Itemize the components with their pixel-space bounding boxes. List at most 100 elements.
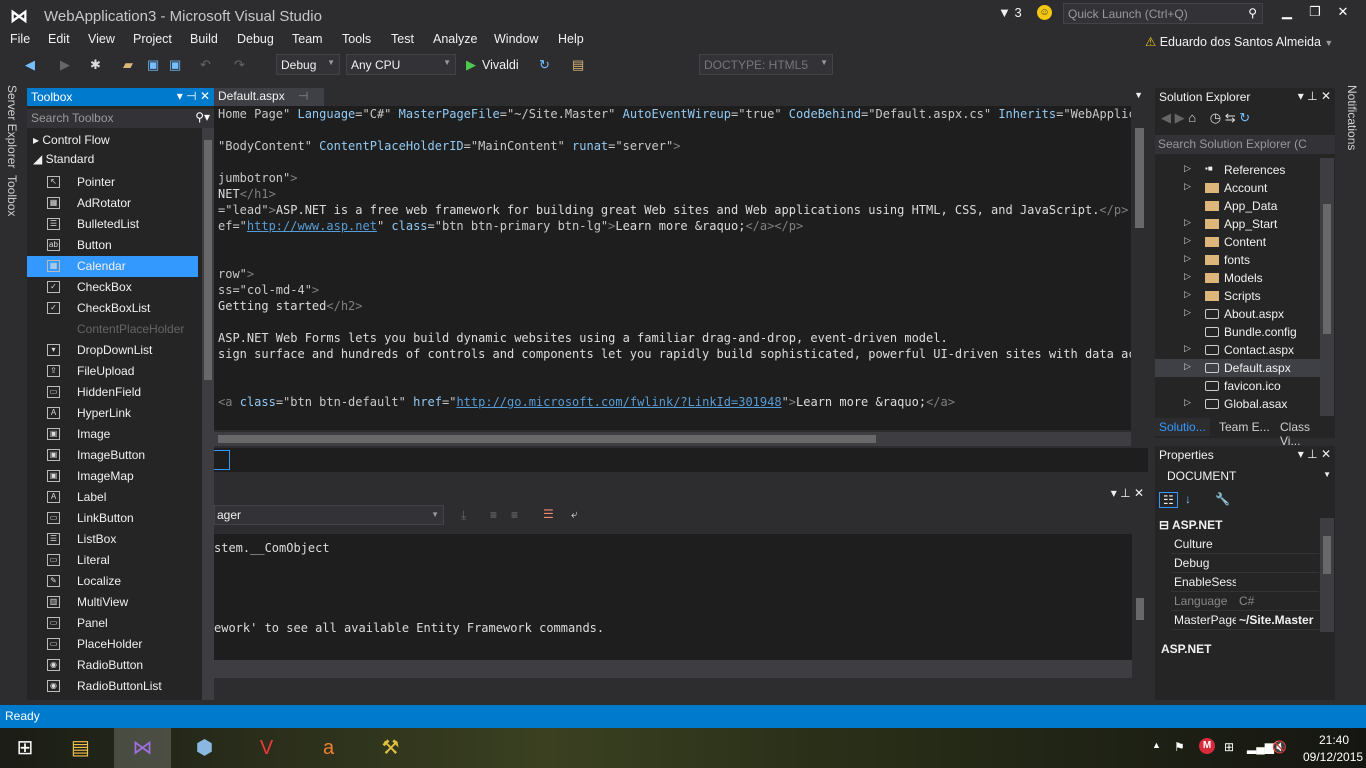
new-project-icon[interactable]: ✱ (90, 57, 101, 73)
toolbox-item-panel[interactable]: ▭ Panel (27, 613, 198, 634)
scroll-thumb[interactable] (204, 140, 212, 380)
property-pages-icon[interactable]: 🔧 (1215, 492, 1230, 506)
pin-icon[interactable]: ⊥ (1120, 486, 1130, 500)
configuration-select[interactable]: Debug ▼ (276, 54, 340, 75)
toolbox-item-adrotator[interactable]: ▦ AdRotator (27, 193, 198, 214)
code-editor[interactable]: Home Page" Language="C#" MasterPageFile=… (214, 106, 1131, 430)
minimize-button[interactable]: ▁ (1277, 4, 1297, 20)
forward-icon[interactable]: ▶ (60, 57, 70, 73)
property-value[interactable]: ~/Site.Master (1239, 613, 1319, 627)
toolbox-item-calendar[interactable]: ▦ Calendar (27, 256, 198, 277)
home-icon[interactable]: ⌂ (1188, 110, 1196, 125)
back-icon[interactable]: ◀ (25, 57, 35, 73)
chevron-down-icon[interactable]: ▾ (177, 89, 183, 103)
taskbar-vivaldi-icon[interactable]: V (238, 728, 295, 768)
menu-file[interactable]: File (10, 32, 30, 46)
expand-arrow-icon[interactable]: ▷ (1184, 361, 1191, 372)
toolbox-item-imagebutton[interactable]: ▣ ImageButton (27, 445, 198, 466)
toolbox-item-hiddenfield[interactable]: ▭ HiddenField (27, 382, 198, 403)
clock-date[interactable]: 09/12/2015 (1303, 750, 1363, 764)
scroll-thumb[interactable] (218, 435, 876, 443)
chevron-down-icon[interactable]: ▾ (1298, 447, 1304, 461)
menu-view[interactable]: View (88, 32, 115, 46)
menu-debug[interactable]: Debug (237, 32, 274, 46)
notifications-filter[interactable]: ▼ 3 (998, 5, 1022, 20)
categorized-icon[interactable]: ☷ (1159, 492, 1178, 508)
toolbox-item-imagemap[interactable]: ▣ ImageMap (27, 466, 198, 487)
toolbox-item-bulletedlist[interactable]: ☰ BulletedList (27, 214, 198, 235)
expand-arrow-icon[interactable]: ▷ (1184, 397, 1191, 408)
properties-scrollbar[interactable] (1320, 518, 1334, 632)
taskbar-visual-studio-icon[interactable]: ⋈ (114, 728, 171, 768)
expand-arrow-icon[interactable]: ▷ (1184, 253, 1191, 264)
output-source-select[interactable]: ager ▼ (214, 505, 444, 525)
toolbox-search-input[interactable]: Search Toolbox ⚲▾ (27, 109, 214, 128)
save-icon[interactable]: ▣ (147, 57, 159, 73)
expand-arrow-icon[interactable]: ▷ (1184, 235, 1191, 246)
run-target-button[interactable]: Vivaldi (482, 58, 519, 72)
mega-icon[interactable]: M (1199, 738, 1215, 754)
property-row[interactable]: Culture (1171, 535, 1319, 554)
property-row[interactable]: Debug (1171, 554, 1319, 573)
solution-search-input[interactable]: Search Solution Explorer (C (1155, 135, 1335, 154)
expand-arrow-icon[interactable]: ▷ (1184, 181, 1191, 192)
save-all-icon[interactable]: ▣ (169, 57, 181, 73)
toolbox-tab[interactable]: Toolbox (5, 175, 19, 216)
scroll-thumb[interactable] (1323, 204, 1331, 334)
quick-launch-input[interactable]: Quick Launch (Ctrl+Q) ⚲ (1063, 3, 1263, 24)
solution-scrollbar[interactable] (1320, 158, 1334, 416)
toolbox-item-dropdownlist[interactable]: ▾ DropDownList (27, 340, 198, 361)
solution-item-app-data[interactable]: App_Data (1155, 197, 1320, 215)
feedback-smiley-icon[interactable]: ☺ (1037, 5, 1052, 20)
word-wrap-icon[interactable]: ⤶ (571, 507, 578, 522)
taskbar-file-explorer-icon[interactable]: ▤ (52, 728, 109, 768)
pending-changes-icon[interactable]: ◷ (1210, 110, 1221, 125)
expand-arrow-icon[interactable]: ▷ (1184, 289, 1191, 300)
show-hidden-icons-icon[interactable]: ▲ (1152, 740, 1161, 750)
output-text[interactable]: stem.__ComObject ework' to see all availa… (214, 534, 1132, 660)
previous-message-icon[interactable]: ≡ (490, 508, 497, 522)
toolbox-item-label[interactable]: A Label (27, 487, 198, 508)
property-row[interactable]: Language C# (1171, 592, 1319, 611)
toolbox-item-placeholder[interactable]: ▭ PlaceHolder (27, 634, 198, 655)
platform-select[interactable]: Any CPU ▼ (346, 54, 456, 75)
pin-icon[interactable]: ⊣ (186, 89, 196, 103)
toolbox-item-localize[interactable]: ✎ Localize (27, 571, 198, 592)
find-in-output-icon[interactable]: ⤓ (461, 508, 466, 523)
tab-overflow-icon[interactable]: ▼ (1134, 90, 1143, 100)
tab-solution-explorer[interactable]: Solutio... (1155, 418, 1210, 436)
redo-icon[interactable]: ↷ (234, 57, 245, 73)
close-icon[interactable]: ✕ (200, 89, 210, 103)
code-token-link[interactable]: http://go.microsoft.com/fwlink/?LinkId=3… (456, 395, 781, 409)
menu-build[interactable]: Build (190, 32, 218, 46)
expand-arrow-icon[interactable]: ▷ (1184, 163, 1191, 174)
code-token-link[interactable]: http://www.asp.net (247, 219, 377, 233)
menu-project[interactable]: Project (133, 32, 172, 46)
taskbar-tools-icon[interactable]: ⚒ (362, 728, 419, 768)
toolbox-item-image[interactable]: ▣ Image (27, 424, 198, 445)
expand-arrow-icon[interactable]: ▷ (1184, 307, 1191, 318)
solution-item-bundle-config[interactable]: Bundle.config (1155, 323, 1320, 341)
open-file-icon[interactable]: ▰ (123, 57, 133, 73)
close-icon[interactable]: ✕ (1321, 447, 1331, 461)
toolbox-item-hyperlink[interactable]: A HyperLink (27, 403, 198, 424)
chevron-down-icon[interactable]: ▾ (1111, 486, 1117, 500)
tab-default-aspx[interactable]: Default.aspx ⊣ ✕ (214, 88, 324, 117)
solution-item-account[interactable]: ▷ Account (1155, 179, 1320, 197)
alphabetical-icon[interactable]: ↓ (1185, 492, 1191, 506)
property-row[interactable]: EnableSessi (1171, 573, 1319, 592)
toolbox-item-contentplaceholder[interactable]: ContentPlaceHolder (27, 319, 198, 340)
toolbox-item-radiobuttonlist[interactable]: ◉ RadioButtonList (27, 676, 198, 697)
solution-item-models[interactable]: ▷ Models (1155, 269, 1320, 287)
menu-test[interactable]: Test (391, 32, 414, 46)
output-horizontal-scrollbar[interactable] (214, 660, 1132, 678)
notifications-tab[interactable]: Notifications (1345, 85, 1359, 150)
close-icon[interactable]: ✕ (1321, 89, 1331, 103)
scroll-thumb[interactable] (1135, 128, 1144, 228)
design-split-area[interactable] (214, 448, 1148, 472)
solution-item-references[interactable]: ▷ ▪■ References (1155, 161, 1320, 179)
solution-item-content[interactable]: ▷ Content (1155, 233, 1320, 251)
property-row[interactable]: MasterPage ~/Site.Master (1171, 611, 1319, 630)
editor-vertical-scrollbar[interactable] (1131, 106, 1148, 432)
sync-icon[interactable]: ⇆ (1225, 110, 1236, 125)
